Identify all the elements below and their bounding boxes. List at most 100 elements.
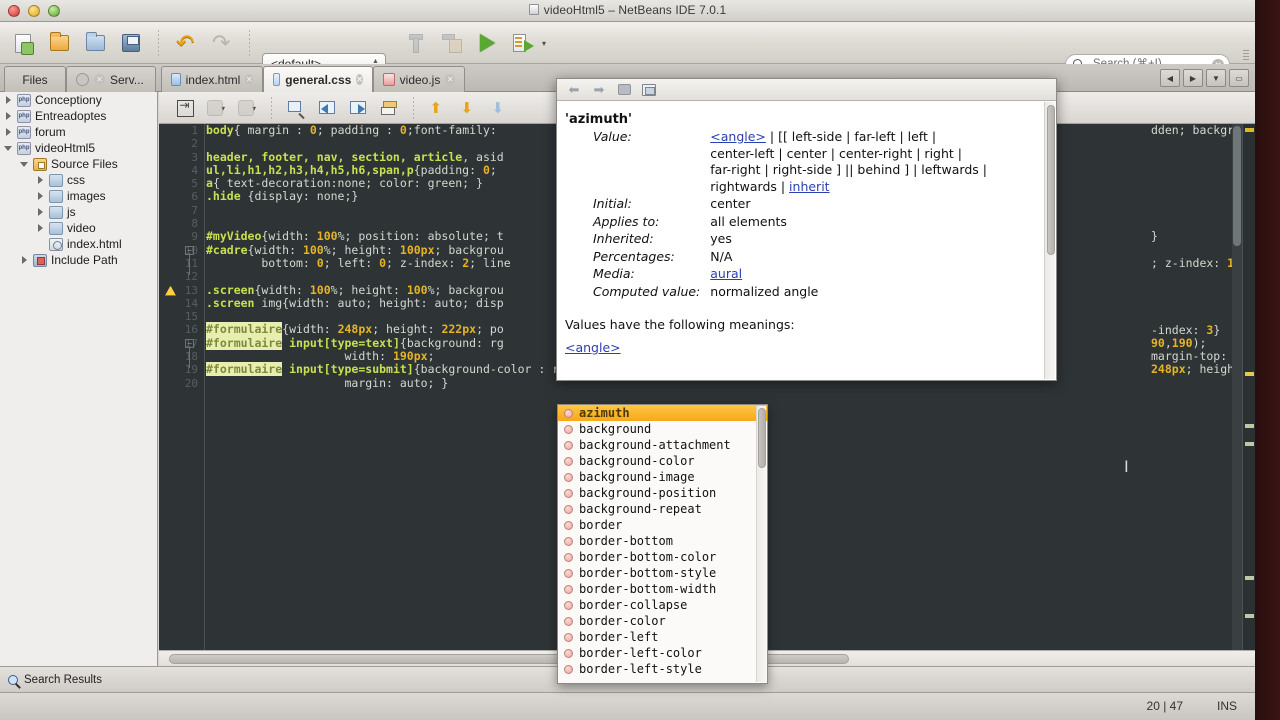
- close-icon[interactable]: ✕: [445, 74, 455, 85]
- inherit-link[interactable]: inherit: [789, 179, 830, 194]
- build-button[interactable]: [400, 28, 430, 58]
- tab-list-button[interactable]: ▼: [1206, 69, 1226, 87]
- annotation-mark[interactable]: [1245, 372, 1254, 376]
- toolbar-overflow-handle[interactable]: [1243, 50, 1249, 60]
- tree-item-videohtml5[interactable]: php videoHtml5: [0, 140, 157, 156]
- chevron-down-icon[interactable]: ▾: [542, 39, 546, 48]
- autocomplete-popup[interactable]: azimuth background background-attachment ba…: [557, 404, 768, 684]
- autocomplete-item[interactable]: border-bottom-width: [558, 581, 767, 597]
- scroll-tabs-right-button[interactable]: ▶: [1183, 69, 1203, 87]
- autocomplete-item[interactable]: border-left-style: [558, 661, 767, 677]
- code-line-fragment[interactable]: }: [1151, 230, 1158, 244]
- autocomplete-item[interactable]: border-bottom-color: [558, 549, 767, 565]
- scrollbar-thumb[interactable]: [758, 408, 766, 468]
- maximize-editor-button[interactable]: ▭: [1229, 69, 1249, 87]
- aural-link[interactable]: aural: [710, 266, 742, 281]
- save-all-button[interactable]: [116, 28, 146, 58]
- twisty-open-icon[interactable]: [4, 144, 13, 153]
- undo-button[interactable]: [171, 28, 201, 58]
- tree-item-source-files[interactable]: Source Files: [0, 156, 157, 172]
- twisty-closed-icon[interactable]: [4, 111, 13, 121]
- autocomplete-item[interactable]: background-color: [558, 453, 767, 469]
- tab-files[interactable]: Files: [4, 66, 66, 92]
- twisty-closed-icon[interactable]: [20, 255, 29, 265]
- close-icon[interactable]: ✕: [356, 74, 363, 85]
- angle-link[interactable]: <angle>: [710, 129, 766, 144]
- find-previous-button[interactable]: [315, 97, 339, 119]
- redo-button[interactable]: [207, 28, 237, 58]
- find-selection-button[interactable]: [284, 97, 308, 119]
- autocomplete-item[interactable]: background-position: [558, 485, 767, 501]
- autocomplete-item[interactable]: background-image: [558, 469, 767, 485]
- tree-item-include-path[interactable]: Include Path: [0, 252, 157, 268]
- twisty-open-icon[interactable]: [20, 160, 29, 169]
- code-line-fragment[interactable]: 90,190);: [1151, 336, 1206, 350]
- autocomplete-item[interactable]: border-left: [558, 629, 767, 645]
- back-icon[interactable]: [565, 82, 583, 98]
- clean-build-button[interactable]: [436, 28, 466, 58]
- back-button[interactable]: ▾: [204, 97, 228, 119]
- tab-index-html[interactable]: index.html ✕: [161, 66, 263, 92]
- forward-button[interactable]: ▾: [235, 97, 259, 119]
- files-panel[interactable]: php Conceptiony php Entreadoptes php forum php…: [0, 92, 158, 666]
- open-external-window-button[interactable]: [640, 82, 658, 98]
- debug-button[interactable]: [508, 28, 538, 58]
- run-button[interactable]: [472, 28, 502, 58]
- twisty-closed-icon[interactable]: [36, 175, 45, 185]
- twisty-closed-icon[interactable]: [4, 95, 13, 105]
- autocomplete-item[interactable]: border: [558, 517, 767, 533]
- close-icon[interactable]: ✕: [94, 74, 105, 85]
- tree-item-conceptiony[interactable]: php Conceptiony: [0, 92, 157, 108]
- documentation-popup[interactable]: 'azimuth' Value: <angle> | [[ left-side …: [556, 78, 1057, 381]
- new-file-button[interactable]: [8, 28, 38, 58]
- twisty-closed-icon[interactable]: [36, 207, 45, 217]
- code-fold-toggle[interactable]: −: [185, 245, 194, 255]
- autocomplete-item[interactable]: background: [558, 421, 767, 437]
- tab-general-css[interactable]: general.css ✕: [263, 66, 373, 92]
- toggle-highlight-button[interactable]: [377, 97, 401, 119]
- code-line-fragment[interactable]: -index: 3}: [1151, 323, 1220, 337]
- autocomplete-scrollbar[interactable]: [756, 406, 766, 682]
- angle-link[interactable]: <angle>: [565, 340, 621, 355]
- autocomplete-item[interactable]: border-bottom: [558, 533, 767, 549]
- new-project-button[interactable]: [44, 28, 74, 58]
- autocomplete-item[interactable]: border-collapse: [558, 597, 767, 613]
- autocomplete-item[interactable]: border-bottom-style: [558, 565, 767, 581]
- show-doc-button[interactable]: [615, 82, 633, 98]
- annotation-mark[interactable]: [1245, 128, 1254, 132]
- scroll-tabs-left-button[interactable]: ◀: [1160, 69, 1180, 87]
- annotation-mark[interactable]: [1245, 614, 1254, 618]
- tree-item-css[interactable]: css: [0, 172, 157, 188]
- find-next-button[interactable]: [346, 97, 370, 119]
- editor-vertical-scrollbar[interactable]: [1232, 124, 1242, 666]
- tree-item-js[interactable]: js: [0, 204, 157, 220]
- open-project-button[interactable]: [80, 28, 110, 58]
- twisty-closed-icon[interactable]: [36, 223, 45, 233]
- scrollbar-thumb[interactable]: [1233, 126, 1241, 246]
- twisty-closed-icon[interactable]: [4, 127, 13, 137]
- autocomplete-item[interactable]: background-attachment: [558, 437, 767, 453]
- autocomplete-item[interactable]: border-color: [558, 613, 767, 629]
- annotation-mark[interactable]: [1245, 576, 1254, 580]
- move-down-button[interactable]: [488, 97, 512, 119]
- documentation-scrollbar[interactable]: [1044, 102, 1055, 379]
- autocomplete-list[interactable]: azimuth background background-attachment ba…: [558, 405, 767, 677]
- tab-services[interactable]: ✕ Serv...: [66, 66, 156, 92]
- tree-item-video[interactable]: video: [0, 220, 157, 236]
- autocomplete-item[interactable]: border-left-color: [558, 645, 767, 661]
- tab-window-buttons[interactable]: ◀ ▶ ▼ ▭: [1160, 69, 1249, 87]
- scrollbar-thumb[interactable]: [1047, 105, 1055, 255]
- close-icon[interactable]: ✕: [245, 74, 253, 85]
- shift-line-down-button[interactable]: [457, 97, 481, 119]
- forward-icon[interactable]: [590, 82, 608, 98]
- autocomplete-item[interactable]: background-repeat: [558, 501, 767, 517]
- shift-line-up-button[interactable]: [426, 97, 450, 119]
- tree-item-images[interactable]: images: [0, 188, 157, 204]
- tree-item-forum[interactable]: php forum: [0, 124, 157, 140]
- autocomplete-item[interactable]: azimuth: [558, 405, 767, 421]
- tree-item-entreadoptes[interactable]: php Entreadoptes: [0, 108, 157, 124]
- annotation-mark[interactable]: [1245, 442, 1254, 446]
- code-fold-toggle[interactable]: −: [185, 338, 194, 348]
- editor-error-strip[interactable]: [1242, 124, 1255, 666]
- annotation-mark[interactable]: [1245, 424, 1254, 428]
